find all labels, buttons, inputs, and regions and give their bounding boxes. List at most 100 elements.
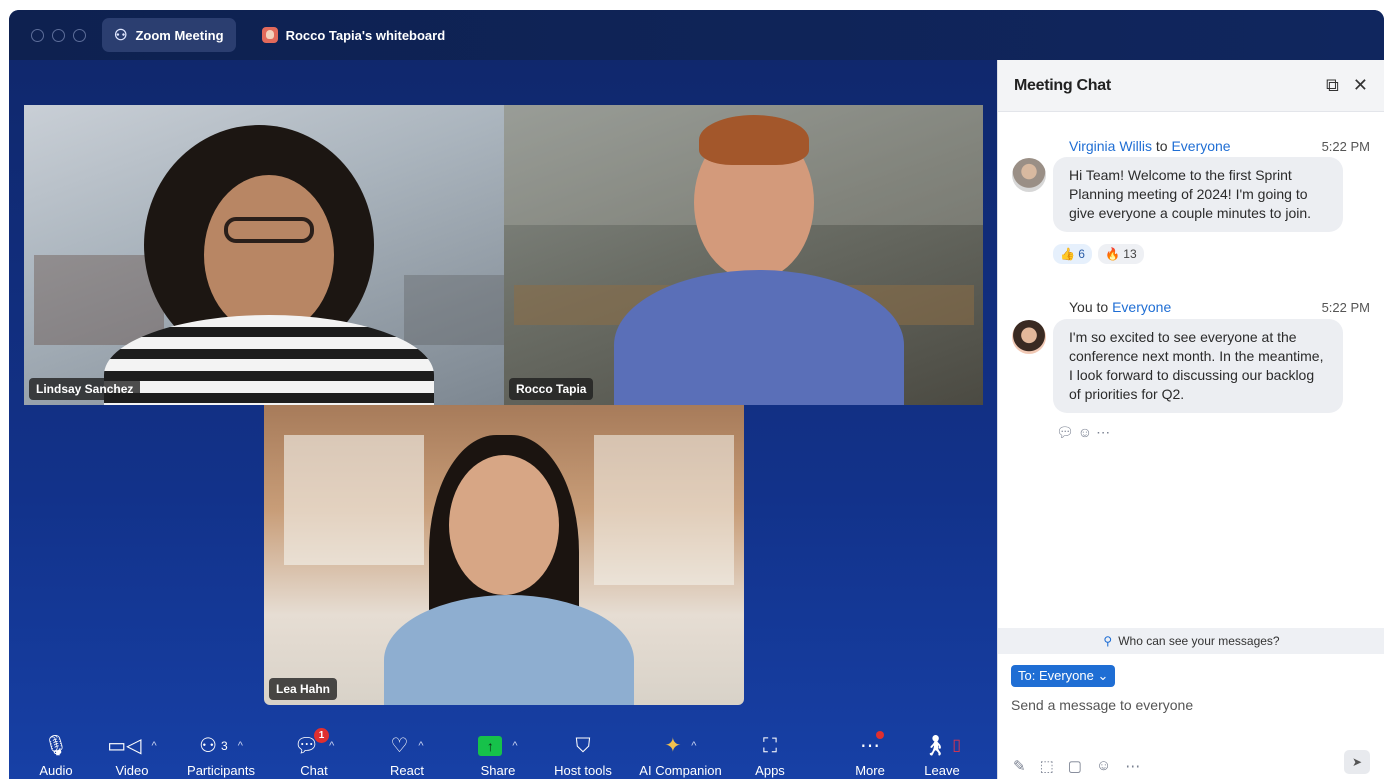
add-reaction-icon[interactable]: ☺	[1078, 424, 1096, 440]
emoji-icon[interactable]: ☺	[1096, 757, 1111, 775]
file-icon[interactable]: ▢	[1068, 757, 1082, 775]
host-tools-label: Host tools	[554, 763, 612, 778]
chat-unread-badge: 1	[314, 728, 329, 743]
video-camera-icon: ▭◁	[107, 735, 142, 757]
chat-header: Meeting Chat ⧉ ✕	[998, 60, 1384, 112]
audio-button[interactable]: 🎙︎ Audio	[31, 722, 81, 779]
chat-button[interactable]: 💬︎ ^ 1 Chat	[284, 722, 344, 779]
hair-shape	[699, 115, 809, 165]
share-button[interactable]: ↑ ^ Share	[468, 722, 528, 779]
video-stage: Lindsay Sanchez Rocco Tapia Lea Hahn	[9, 60, 997, 779]
apps-button[interactable]: ⛶ Apps	[750, 722, 790, 779]
message-time: 5:22 PM	[1321, 139, 1370, 154]
message-bubble: Hi Team! Welcome to the first Sprint Pla…	[1053, 157, 1343, 232]
face-shape	[204, 175, 334, 335]
exit-door-icon: 🚶︎ ▯	[922, 735, 962, 757]
to-word: to	[1155, 138, 1168, 154]
chat-input-tools: ✎ ⬚ ▢ ☺ ⋯	[1013, 757, 1140, 775]
thumbs-up-icon: 👍	[1060, 247, 1075, 261]
meeting-toolbar: 🎙︎ Audio ▭◁ ^ Video ⚇ 3 ^ Participants 💬︎ ^ …	[9, 722, 997, 779]
format-text-icon[interactable]: ✎	[1013, 757, 1026, 775]
chevron-up-icon[interactable]: ^	[691, 735, 696, 757]
more-dots-icon[interactable]: ⋯	[1125, 757, 1140, 775]
person-lock-icon: ⚲	[1103, 634, 1113, 648]
participants-count: 3	[221, 739, 228, 753]
zoom-window: ⚇ Zoom Meeting Rocco Tapia's whiteboard …	[9, 10, 1384, 779]
tab-label: Rocco Tapia's whiteboard	[285, 27, 446, 43]
avatar[interactable]	[1012, 158, 1046, 192]
bookshelf	[34, 255, 164, 345]
thumbs-up-reaction[interactable]: 👍 6	[1053, 244, 1092, 264]
send-button[interactable]: ➤	[1344, 750, 1370, 774]
message-time: 5:22 PM	[1321, 300, 1370, 315]
participant-name-label: Lindsay Sanchez	[29, 378, 141, 400]
leave-label: Leave	[924, 763, 960, 778]
tab-zoom-meeting[interactable]: ⚇ Zoom Meeting	[102, 18, 236, 52]
close-icon[interactable]: ✕	[1353, 75, 1368, 96]
shirt-shape	[384, 595, 634, 705]
reactions: 👍 6 🔥 13	[1053, 244, 1144, 264]
leave-button[interactable]: 🚶︎ ▯ Leave	[922, 722, 962, 779]
video-label: Video	[115, 763, 149, 778]
more-dots-icon[interactable]: ⋯	[1096, 424, 1114, 440]
more-button[interactable]: ⋯ More	[850, 722, 890, 779]
recipient-name[interactable]: Everyone	[1171, 138, 1230, 154]
chat-title: Meeting Chat	[1014, 76, 1111, 94]
audio-label: Audio	[39, 763, 73, 778]
apps-icon: ⛶	[763, 735, 777, 757]
reaction-count: 13	[1123, 247, 1137, 261]
video-tile-rocco[interactable]: Rocco Tapia	[504, 105, 983, 405]
shelf	[404, 275, 504, 345]
reply-icon[interactable]: 💬︎	[1056, 424, 1078, 440]
recipient-name[interactable]: Everyone	[1112, 299, 1171, 315]
recipient-dropdown[interactable]: To: Everyone ⌄	[1011, 665, 1116, 687]
react-button[interactable]: ♡ ^ React	[377, 722, 437, 779]
people-icon: ⚇	[114, 27, 128, 44]
avatar[interactable]	[1012, 320, 1046, 354]
ai-companion-button[interactable]: ✦ ^ AI Companion	[633, 722, 728, 779]
participants-label: Participants	[187, 763, 255, 778]
who-can-see-banner[interactable]: ⚲ Who can see your messages?	[998, 628, 1384, 654]
minimize-window-button[interactable]	[52, 28, 65, 42]
send-icon: ➤	[1351, 755, 1363, 769]
participants-button[interactable]: ⚇ 3 ^ Participants	[176, 722, 266, 779]
chevron-up-icon[interactable]: ^	[329, 735, 334, 757]
tab-label: Zoom Meeting	[135, 27, 224, 43]
participant-name-label: Rocco Tapia	[509, 378, 594, 400]
sender-name[interactable]: Virginia Willis	[1069, 138, 1152, 154]
bookshelf	[284, 435, 424, 565]
message-actions: 💬︎☺⋯	[1056, 424, 1114, 441]
participant-name-label: Lea Hahn	[269, 678, 338, 700]
who-can-see-label: Who can see your messages?	[1118, 634, 1280, 648]
chevron-up-icon[interactable]: ^	[238, 735, 243, 757]
video-tile-lea[interactable]: Lea Hahn	[264, 405, 744, 705]
maximize-window-button[interactable]	[73, 28, 86, 42]
video-button[interactable]: ▭◁ ^ Video	[91, 722, 173, 779]
ai-companion-label: AI Companion	[639, 763, 722, 778]
chevron-up-icon[interactable]: ^	[512, 735, 517, 757]
notification-dot	[876, 731, 884, 739]
tab-whiteboard[interactable]: Rocco Tapia's whiteboard	[250, 18, 458, 52]
window-controls	[31, 28, 86, 42]
reaction-count: 6	[1078, 247, 1085, 261]
title-bar: ⚇ Zoom Meeting Rocco Tapia's whiteboard	[9, 10, 1384, 60]
message-input[interactable]: Send a message to everyone	[1011, 697, 1193, 713]
sender-name: You	[1069, 299, 1093, 315]
chevron-up-icon[interactable]: ^	[152, 735, 157, 757]
apps-label: Apps	[755, 763, 785, 778]
more-label: More	[855, 763, 885, 778]
host-tools-button[interactable]: ⛉ Host tools	[548, 722, 618, 779]
close-window-button[interactable]	[31, 28, 44, 42]
screenshot-icon[interactable]: ⬚	[1040, 757, 1054, 775]
shield-icon: ⛉	[575, 735, 591, 757]
to-word: to	[1096, 299, 1109, 315]
pop-out-icon[interactable]: ⧉	[1326, 75, 1339, 96]
chat-label: Chat	[300, 763, 328, 778]
heart-icon: ♡	[390, 735, 409, 757]
chevron-up-icon[interactable]: ^	[418, 735, 423, 757]
video-tile-lindsay[interactable]: Lindsay Sanchez	[24, 105, 504, 405]
bookshelf	[594, 435, 734, 585]
sparkle-icon: ✦	[664, 735, 682, 757]
participants-icon: ⚇	[199, 735, 218, 757]
fire-reaction[interactable]: 🔥 13	[1097, 244, 1144, 264]
